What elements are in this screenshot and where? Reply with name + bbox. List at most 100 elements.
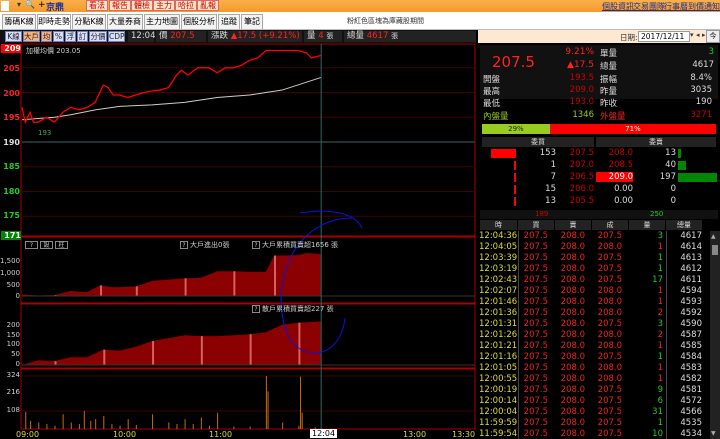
tick-ask: 208.0	[560, 396, 585, 406]
date-input[interactable]: 2017/12/11	[638, 31, 690, 42]
scroll-down-icon[interactable]: ▼	[711, 430, 716, 437]
news-button[interactable]: 亂報	[197, 0, 219, 11]
help-icon[interactable]: ?	[180, 241, 188, 249]
help-icon[interactable]: ?	[252, 241, 260, 249]
y-label-ref: 190	[3, 138, 20, 147]
tick-bid: 207.5	[523, 352, 548, 362]
input-box[interactable]	[1, 1, 9, 11]
cdp-button[interactable]: CDP	[108, 31, 125, 42]
tick-time: 12:01:05	[479, 363, 518, 373]
prev-vol-label: 昨量	[600, 87, 618, 97]
tick-volume: 1	[657, 341, 663, 351]
tab-major-map[interactable]: 主力地圖	[144, 14, 180, 29]
tab-realtime[interactable]: 即時走勢	[37, 14, 71, 29]
rt-y-150: 150	[6, 331, 20, 339]
volume-bar	[249, 426, 251, 429]
opinion-button[interactable]: 看法	[86, 0, 108, 11]
checkup-button[interactable]: 體檢	[131, 0, 153, 11]
scroll-up-icon[interactable]: ▲	[711, 233, 716, 240]
tick-ask: 208.0	[560, 308, 585, 318]
chart-area[interactable]: 209 205 200 195 190 185 180 175 171 加權均價…	[0, 43, 476, 439]
help-icon[interactable]: ?	[252, 305, 260, 313]
scroll-thumb[interactable]	[712, 245, 718, 255]
tick-total: 4612	[680, 264, 702, 274]
outer-vol-label: 外盤量	[600, 112, 626, 122]
tick-row: 11:59:54 207.5 208.0 207.5 10 4534	[478, 429, 710, 439]
tab-track[interactable]: 追蹤	[218, 14, 240, 29]
order-button[interactable]: 訂	[77, 31, 88, 42]
tick-row: 12:01:31 207.5 208.0 207.5 3 4590	[478, 319, 710, 330]
volume-bar	[300, 376, 302, 429]
link-stock-info[interactable]: 個股資訊	[602, 1, 634, 12]
tick-total: 4566	[680, 407, 702, 417]
tick-deal: 208.0	[597, 286, 622, 296]
prev-day-icon[interactable]: ◂	[696, 31, 700, 39]
price-box: 價 207.5	[156, 31, 206, 42]
tick-bid: 207.5	[523, 407, 548, 417]
volume-bar	[46, 424, 48, 429]
tab-bar: 籌碼K線 即時走勢 分點K線 大量券商 主力地圖 個股分析 追蹤 筆記 粉紅色區…	[0, 12, 720, 30]
tick-ask: 208.0	[560, 341, 585, 351]
chat-button[interactable]: 哈拉	[175, 0, 197, 11]
date-dropdown-icon[interactable]: ▾	[690, 31, 694, 39]
volume-bar	[265, 376, 267, 429]
volume-bar	[78, 424, 80, 429]
low-marker: 193	[38, 129, 52, 137]
volume-bar	[135, 424, 137, 429]
average-button[interactable]: 均	[41, 31, 52, 42]
big-trader-cum: ? 大戶累積買賣超1656 張	[252, 240, 338, 250]
report-button[interactable]: 報告	[109, 0, 131, 11]
total-unit: 張	[391, 32, 399, 40]
amplitude-label: 振幅	[600, 75, 618, 85]
percent-button[interactable]: %	[53, 31, 64, 42]
inner-outer-bar: 29% 71%	[482, 124, 716, 134]
link-price-alert[interactable]: 到價通知	[688, 1, 720, 12]
prev-close-label: 昨收	[600, 99, 618, 109]
tick-total: 4613	[680, 253, 702, 263]
tab-branch-kline[interactable]: 分點K線	[72, 14, 106, 29]
tick-row: 12:01:46 207.5 208.0 208.0 1 4593	[478, 297, 710, 308]
tick-volume: 1	[657, 352, 663, 362]
tick-scrollbar[interactable]: ▲ ▼	[710, 231, 720, 439]
help-button[interactable]: ?	[25, 240, 38, 249]
big-trader-button[interactable]: 大戶	[23, 31, 40, 42]
tab-notes[interactable]: 筆記	[241, 14, 263, 29]
price-dist-button[interactable]: 分價	[89, 31, 107, 42]
tick-total: 4617	[680, 231, 702, 241]
retail-area-highlight	[152, 340, 155, 365]
bid-price: 206.0	[569, 184, 594, 194]
link-trading-team[interactable]: 交易團隊	[633, 1, 665, 12]
tick-deal: 208.0	[597, 308, 622, 318]
today-button[interactable]: 今天	[706, 30, 720, 51]
tick-time: 12:03:39	[479, 253, 518, 263]
tab-stock-analysis[interactable]: 個股分析	[181, 14, 217, 29]
open-value: 193.5	[569, 73, 594, 83]
date-row: 日期: 2017/12/11 ▾ ◂ ▸ 今天	[478, 30, 720, 51]
settings-button[interactable]: 設	[40, 240, 53, 249]
float-button[interactable]: 浮	[65, 31, 76, 42]
major-button[interactable]: 主力	[153, 0, 175, 11]
tick-time: 12:01:36	[479, 308, 518, 318]
vol-y-324: 324	[6, 371, 20, 379]
single-vol-label: 單量	[600, 49, 618, 59]
tick-total: 4582	[680, 374, 702, 384]
avg-price-label: 加權均價 203.05	[26, 47, 81, 55]
ask-price: 0.00	[614, 196, 633, 206]
tick-bid: 207.5	[523, 374, 548, 384]
volume-bar	[192, 424, 194, 429]
change-box: 漲跌 ▲17.5 (+9.21%)	[208, 31, 302, 42]
y-label-bottom: 171	[1, 231, 21, 240]
kline-button[interactable]: K線	[5, 31, 22, 42]
add-icon[interactable]: +	[38, 0, 46, 10]
tab-big-brokers[interactable]: 大量券商	[107, 14, 143, 29]
link-calendar[interactable]: 行事曆	[664, 1, 688, 12]
tick-ask: 208.0	[560, 374, 585, 384]
search-icon[interactable]: 🔍	[25, 0, 35, 9]
bar-button[interactable]: 柱	[55, 240, 68, 249]
rt-y-50: 50	[11, 350, 20, 358]
ask-total: 250	[650, 210, 664, 218]
next-day-icon[interactable]: ▸	[702, 31, 706, 39]
tick-ask: 208.0	[560, 352, 585, 362]
tab-chip-kline[interactable]: 籌碼K線	[2, 14, 36, 29]
dropdown-icon[interactable]: ▾	[17, 0, 21, 9]
